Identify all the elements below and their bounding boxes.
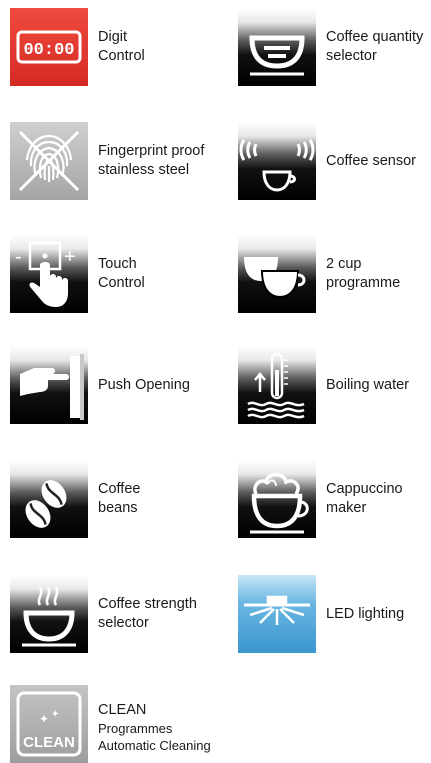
feature-push-opening: Push Opening [10,346,190,424]
feature-label: Touch Control [98,256,145,291]
digit-display-text: 00:00 [23,41,74,60]
coffee-sensor-icon [238,122,316,200]
clean-badge-text: CLEAN [23,734,75,751]
svg-text:✦: ✦ [51,709,59,720]
feature-label: Boiling water [326,376,410,393]
svg-text:+: + [64,246,76,268]
feature-fingerprint-proof: Fingerprint proof stainless steel [10,122,204,200]
feature-clean: ✦ ✦ CLEAN CLEAN Programmes Automatic Cle… [10,685,211,763]
feature-label: 2 cup programme [326,256,401,291]
feature-two-cup: 2 cup programme [238,235,400,313]
clean-icon: ✦ ✦ CLEAN [10,685,88,763]
push-opening-icon [10,346,88,424]
feature-led-lighting: LED lighting [238,575,404,653]
boiling-water-icon [238,346,316,424]
led-light-icon [238,575,316,653]
two-cups-icon [238,235,316,313]
feature-coffee-beans: Coffee beans [10,460,140,538]
feature-label: Digit Control [98,29,145,64]
feature-label: Coffee sensor [326,152,417,169]
touch-control-icon: - + [10,235,88,313]
feature-label: Coffee quantity selector [326,29,424,64]
feature-coffee-sensor: Coffee sensor [238,122,416,200]
feature-label: Coffee strength selector [98,596,197,631]
cappuccino-cup-icon [238,460,316,538]
fingerprint-crossed-icon [10,122,88,200]
coffee-beans-icon [10,460,88,538]
feature-boiling-water: Boiling water [238,346,409,424]
steaming-cup-icon [10,575,88,653]
digit-display-icon: 00:00 [10,8,88,86]
feature-label: Cappuccino maker [326,481,403,516]
feature-coffee-quantity: Coffee quantity selector [238,8,423,86]
feature-label: CLEAN Programmes Automatic Cleaning [98,701,211,753]
feature-label: Push Opening [98,376,190,393]
feature-touch-control: - + Touch Control [10,235,145,313]
cup-quantity-icon [238,8,316,86]
feature-label: Coffee beans [98,481,141,516]
svg-text:✦: ✦ [39,712,49,726]
feature-label: Fingerprint proof stainless steel [98,143,205,178]
feature-coffee-strength: Coffee strength selector [10,575,197,653]
feature-cappuccino: Cappuccino maker [238,460,403,538]
svg-text:-: - [15,246,22,268]
feature-label: LED lighting [326,605,405,622]
feature-digit-control: 00:00 Digit Control [10,8,145,86]
